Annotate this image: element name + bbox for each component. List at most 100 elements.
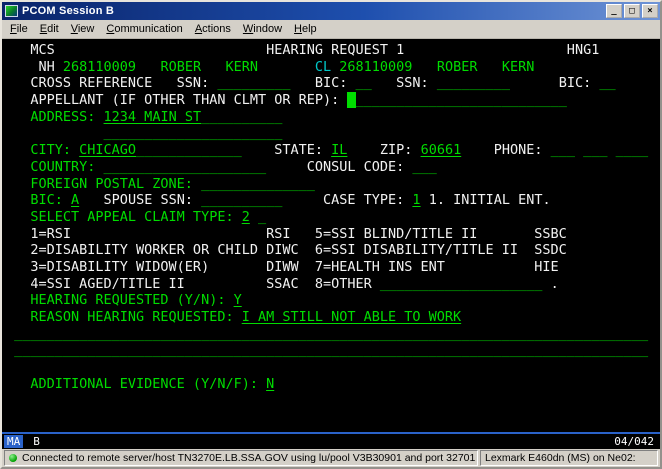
window-title: PCOM Session B [22,5,604,17]
app-icon [5,5,18,17]
screen-field[interactable]: 60661 [421,142,462,158]
terminal-row: NH 268110009 ROBER KERN CL 268110009 ROB… [6,59,660,76]
terminal-row: SELECT APPEAL CLAIM TYPE: 2 _ [6,209,660,226]
screen-field[interactable]: _________ [217,75,290,91]
terminal-row: MCS HEARING REQUEST 1 HNG1 [6,42,660,59]
terminal-row: COUNTRY: ____________________ CONSUL COD… [6,159,660,176]
screen-field[interactable]: ______________ [201,176,315,192]
close-button[interactable]: × [642,4,658,18]
screen-field[interactable]: __________ [201,109,282,125]
menu-item-edit[interactable]: Edit [34,21,65,37]
menu-bar: FileEditViewCommunicationActionsWindowHe… [2,20,660,39]
screen-label [258,59,315,75]
screen-label: CONSUL CODE: [266,159,412,175]
terminal-row [6,359,660,376]
menu-item-help[interactable]: Help [288,21,323,37]
screen-field[interactable]: N [266,376,274,392]
window-controls: _□× [604,4,658,18]
screen-label: 2=DISABILITY WORKER OR CHILD DIWC 6=SSI … [6,242,567,258]
screen-label: 3=DISABILITY WIDOW(ER) DIWW 7=HEALTH INS… [6,259,559,275]
terminal-row: 4=SSI AGED/TITLE II SSAC 8=OTHER _______… [6,276,660,293]
screen-label: 268110009 ROBER KERN [339,59,534,75]
terminal-row: BIC: A SPOUSE SSN: __________ CASE TYPE:… [6,192,660,209]
screen-label: ZIP: [347,142,420,158]
screen-label: CROSS REFERENCE SSN: [6,75,217,91]
screen-label: STATE: [242,142,331,158]
terminal-row: ______________________ [6,125,660,142]
screen-field[interactable]: ___ [412,159,436,175]
oia-session-id: B [33,435,40,448]
oia-system-indicator: MA [4,435,23,448]
screen-label: . [542,276,558,292]
terminal-row: ADDITIONAL EVIDENCE (Y/N/F): N [6,376,660,393]
screen-field[interactable]: ___ ___ ____ [551,142,649,158]
screen-field[interactable]: A [71,192,79,208]
screen-field[interactable]: __________________________ [356,92,567,108]
terminal-row: 1=RSI RSI 5=SSI BLIND/TITLE II SSBC [6,226,660,243]
oia-cursor-position: 04/042 [614,435,654,448]
screen-label: CASE TYPE: [282,192,412,208]
screen-field[interactable]: _____________ [136,142,242,158]
connection-status-text: Connected to remote server/host TN3270E.… [22,452,475,464]
screen-field[interactable]: _ [250,209,266,225]
terminal-row [6,392,660,409]
screen-field[interactable]: __________ [201,192,282,208]
terminal-row: CROSS REFERENCE SSN: _________ BIC: __ S… [6,75,660,92]
terminal-row: FOREIGN POSTAL ZONE: ______________ [6,176,660,193]
status-bar: Connected to remote server/host TN3270E.… [2,449,660,467]
screen-field[interactable]: Y [234,292,242,308]
screen-field[interactable]: ________________________________________… [6,342,648,358]
screen-field[interactable]: IL [331,142,347,158]
terminal-row: ________________________________________… [6,326,660,343]
screen-label: MCS HEARING REQUEST 1 HNG1 [6,42,599,58]
terminal-row: ________________________________________… [6,342,660,359]
screen-field[interactable]: __ [356,75,372,91]
screen-field[interactable]: __ [599,75,615,91]
menu-item-view[interactable]: View [65,21,101,37]
menu-item-file[interactable]: File [4,21,34,37]
menu-item-window[interactable]: Window [237,21,288,37]
terminal-row: 2=DISABILITY WORKER OR CHILD DIWC 6=SSI … [6,242,660,259]
connected-icon [9,454,17,462]
terminal-row: CITY: CHICAGO_____________ STATE: IL ZIP… [6,142,660,159]
terminal-row: APPELLANT (IF OTHER THAN CLMT OR REP): _… [6,92,660,109]
screen-label: CITY: [6,142,79,158]
terminal-row: ADDRESS: 1234 MAIN ST__________ [6,109,660,126]
screen-label: ADDRESS: [6,109,104,125]
application-window: PCOM Session B _□× FileEditViewCommunica… [0,0,662,469]
title-bar[interactable]: PCOM Session B _□× [2,2,660,20]
terminal-row: HEARING REQUESTED (Y/N): Y [6,292,660,309]
screen-label: SELECT APPEAL CLAIM TYPE: [6,209,242,225]
menu-item-actions[interactable]: Actions [189,21,237,37]
cursor [347,92,355,108]
screen-label: BIC: [290,75,355,91]
printer-status-text: Lexmark E460dn (MS) on Ne02: [485,452,636,464]
screen-field[interactable]: 1 [412,192,420,208]
terminal-row: REASON HEARING REQUESTED: I AM STILL NOT… [6,309,660,326]
terminal-row [6,409,660,426]
screen-field[interactable]: ____________________ [380,276,543,292]
screen-field[interactable]: ______________________ [104,125,283,141]
screen-field[interactable]: ________________________________________… [6,326,648,342]
screen-field[interactable]: _________ [437,75,510,91]
screen-label: SPOUSE SSN: [79,192,201,208]
screen-field[interactable]: ____________________ [104,159,267,175]
oia-bar: MA B 04/042 [2,434,660,449]
screen-field[interactable]: 1234 MAIN ST [104,109,202,125]
screen-label: HEARING REQUESTED (Y/N): [6,292,234,308]
menu-item-communication[interactable]: Communication [100,21,188,37]
screen-label: PHONE: [461,142,550,158]
screen-field[interactable]: 2 [242,209,250,225]
screen-field[interactable]: I AM STILL NOT ABLE TO WORK [242,309,461,325]
screen-label: COUNTRY: [6,159,104,175]
screen-label [6,125,104,141]
terminal-screen[interactable]: MCS HEARING REQUEST 1 HNG1 NH 268110009 … [2,39,660,432]
screen-label: REASON HEARING REQUESTED: [6,309,242,325]
screen-label: NH [6,59,63,75]
screen-label: BIC: [510,75,599,91]
screen-label: 1=RSI RSI 5=SSI BLIND/TITLE II SSBC [6,226,567,242]
screen-field[interactable]: CHICAGO [79,142,136,158]
maximize-button[interactable]: □ [624,4,640,18]
screen-label: 4=SSI AGED/TITLE II SSAC 8=OTHER [6,276,380,292]
minimize-button[interactable]: _ [606,4,622,18]
